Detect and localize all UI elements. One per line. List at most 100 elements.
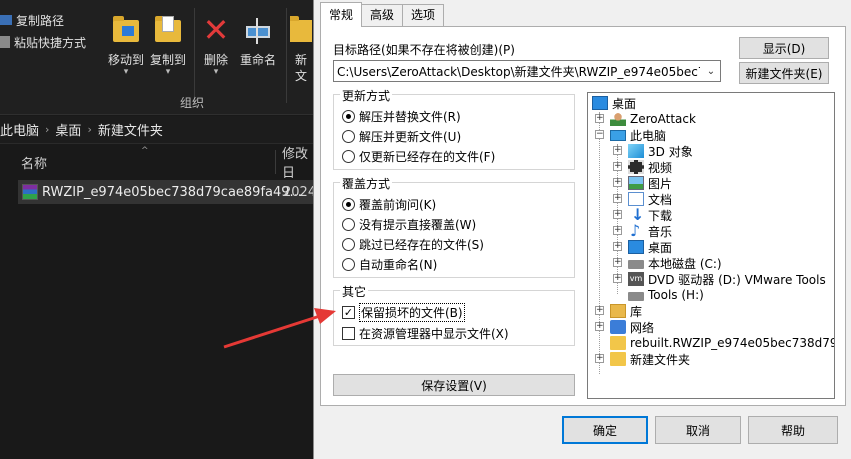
cancel-button[interactable]: 取消: [655, 416, 741, 444]
tree-node-music[interactable]: + 音乐: [613, 221, 672, 240]
overwrite-option-label: 覆盖前询问(K): [359, 197, 437, 212]
tab-general[interactable]: 常规: [320, 2, 363, 27]
tree-node-network[interactable]: + 网络: [595, 319, 655, 335]
tree-node-rebuilt[interactable]: rebuilt.RWZIP_e974e05bec738d79cae89fa49: [610, 335, 834, 351]
overwrite-mode-title: 覆盖方式: [340, 175, 393, 192]
tree-node-label: ZeroAttack: [630, 112, 696, 126]
radio-unselected[interactable]: [342, 237, 355, 251]
expand-icon[interactable]: +: [595, 306, 604, 315]
address-bar[interactable]: 此电脑 › 桌面 › 新建文件夹: [0, 116, 320, 144]
column-separator[interactable]: [275, 150, 276, 174]
breadcrumb-desktop[interactable]: 桌面: [55, 120, 81, 139]
destination-path-combo[interactable]: ⌄: [333, 60, 721, 82]
checkbox-checked[interactable]: ✓: [342, 305, 355, 319]
tree-node-pictures[interactable]: + 图片: [613, 175, 672, 191]
breadcrumb-new-folder[interactable]: 新建文件夹: [98, 120, 163, 139]
collapse-icon[interactable]: −: [595, 130, 604, 139]
copy-to-button[interactable]: 复制到 ▾: [146, 14, 190, 77]
update-option-label: 解压并替换文件(R): [359, 109, 461, 124]
tree-node-3d-objects[interactable]: + 3D 对象: [613, 143, 693, 159]
new-folder-ribbon-label-1: 新: [294, 53, 307, 67]
overwrite-option-label: 自动重命名(N): [359, 257, 438, 272]
overwrite-option-rename[interactable]: 自动重命名(N): [342, 255, 437, 273]
expand-icon[interactable]: +: [613, 274, 622, 283]
expand-icon[interactable]: +: [595, 354, 604, 363]
radio-unselected[interactable]: [342, 217, 355, 231]
tree-node-desktop[interactable]: 桌面: [592, 95, 636, 111]
tree-node-videos[interactable]: + 视频: [613, 159, 672, 175]
computer-icon: [610, 129, 626, 141]
tab-options[interactable]: 选项: [402, 4, 445, 26]
show-button[interactable]: 显示(D): [739, 37, 829, 59]
update-mode-group: 更新方式 解压并替换文件(R) 解压并更新文件(U) 仅更新已经存在的文件(F): [333, 87, 575, 170]
paste-shortcut-button[interactable]: 粘贴快捷方式: [0, 32, 86, 52]
column-name[interactable]: 名称: [21, 153, 47, 172]
rename-button[interactable]: 重命名: [238, 14, 278, 68]
tree-node-local-disk[interactable]: + 本地磁盘 (C:): [613, 255, 722, 271]
tree-node-label: 网络: [630, 320, 655, 335]
tree-node-user[interactable]: + ZeroAttack: [595, 111, 696, 127]
expand-icon[interactable]: +: [613, 162, 622, 171]
move-to-button[interactable]: 移动到 ▾: [104, 14, 148, 77]
tree-node-this-pc[interactable]: − 此电脑: [595, 127, 667, 143]
overwrite-option-ask[interactable]: 覆盖前询问(K): [342, 195, 436, 213]
ok-button[interactable]: 确定: [562, 416, 648, 444]
overwrite-option-skip[interactable]: 跳过已经存在的文件(S): [342, 235, 484, 253]
copy-to-icon: [152, 14, 184, 48]
checkbox-unchecked[interactable]: [342, 326, 355, 340]
file-row[interactable]: RWZIP_e974e05bec738d79cae89fa49... 2024,: [18, 180, 320, 204]
expand-icon[interactable]: +: [613, 258, 622, 267]
file-name: RWZIP_e974e05bec738d79cae89fa49...: [42, 184, 302, 200]
expand-icon[interactable]: +: [613, 178, 622, 187]
rename-label: 重命名: [239, 53, 276, 67]
tree-node-tools[interactable]: Tools (H:): [628, 287, 704, 303]
radio-selected[interactable]: [342, 197, 355, 211]
ribbon-separator: [286, 8, 287, 103]
path-label: 目标路径(如果不存在将被创建)(P): [333, 43, 515, 57]
new-folder-button[interactable]: 新建文件夹(E): [739, 62, 829, 84]
folder-tree[interactable]: 桌面 + ZeroAttack − 此电脑 + 3D 对象 + 视频 + 图片 …: [587, 92, 835, 399]
expand-icon[interactable]: +: [613, 242, 622, 251]
chevron-down-icon[interactable]: ⌄: [702, 61, 720, 81]
ribbon-separator: [194, 8, 195, 103]
paste-shortcut-icon: [0, 36, 10, 48]
tree-node-dvd[interactable]: + vm DVD 驱动器 (D:) VMware Tools: [613, 271, 826, 287]
expand-icon[interactable]: +: [613, 210, 622, 219]
delete-icon: ✕: [202, 11, 230, 49]
update-option-update[interactable]: 解压并更新文件(U): [342, 127, 461, 145]
video-icon: [628, 160, 644, 174]
expand-icon[interactable]: +: [613, 194, 622, 203]
tree-node-label: 此电脑: [630, 128, 667, 143]
library-icon: [610, 304, 626, 318]
copy-path-button[interactable]: 复制路径: [0, 10, 64, 30]
delete-button[interactable]: ✕ 删除 ▾: [198, 14, 234, 77]
tree-node-label: 新建文件夹: [630, 352, 691, 367]
radio-unselected[interactable]: [342, 149, 355, 163]
rename-icon: [242, 14, 274, 48]
update-option-existing-only[interactable]: 仅更新已经存在的文件(F): [342, 147, 495, 165]
help-button[interactable]: 帮助: [748, 416, 838, 444]
destination-path-input[interactable]: [334, 61, 700, 81]
tree-node-label: 本地磁盘 (C:): [648, 256, 722, 271]
overwrite-option-without-prompt[interactable]: 没有提示直接覆盖(W): [342, 215, 476, 233]
expand-icon[interactable]: +: [595, 114, 604, 123]
expand-icon[interactable]: +: [595, 322, 604, 331]
expand-icon[interactable]: +: [613, 226, 622, 235]
new-folder-ribbon-button[interactable]: 新 文: [290, 14, 312, 84]
radio-unselected[interactable]: [342, 257, 355, 271]
tab-advanced[interactable]: 高级: [361, 4, 404, 26]
tree-node-label: Tools (H:): [648, 288, 704, 302]
tree-node-desktop-2[interactable]: + 桌面: [613, 239, 672, 255]
radio-selected[interactable]: [342, 109, 355, 123]
tree-node-library[interactable]: + 库: [595, 303, 642, 319]
breadcrumb-this-pc[interactable]: 此电脑: [0, 120, 39, 139]
expand-icon[interactable]: +: [613, 146, 622, 155]
keep-broken-files-option[interactable]: ✓ 保留损坏的文件(B): [342, 302, 465, 322]
extract-dialog: 常规 高级 选项 目标路径(如果不存在将被创建)(P) ⌄ 显示(D) 新建文件…: [313, 0, 851, 459]
keep-broken-files-label: 保留损坏的文件(B): [359, 302, 465, 322]
radio-unselected[interactable]: [342, 129, 355, 143]
show-in-explorer-option[interactable]: 在资源管理器中显示文件(X): [342, 324, 509, 342]
save-settings-button[interactable]: 保存设置(V): [333, 374, 575, 396]
update-option-replace[interactable]: 解压并替换文件(R): [342, 107, 461, 125]
tree-node-new-folder[interactable]: + 新建文件夹: [595, 351, 691, 367]
